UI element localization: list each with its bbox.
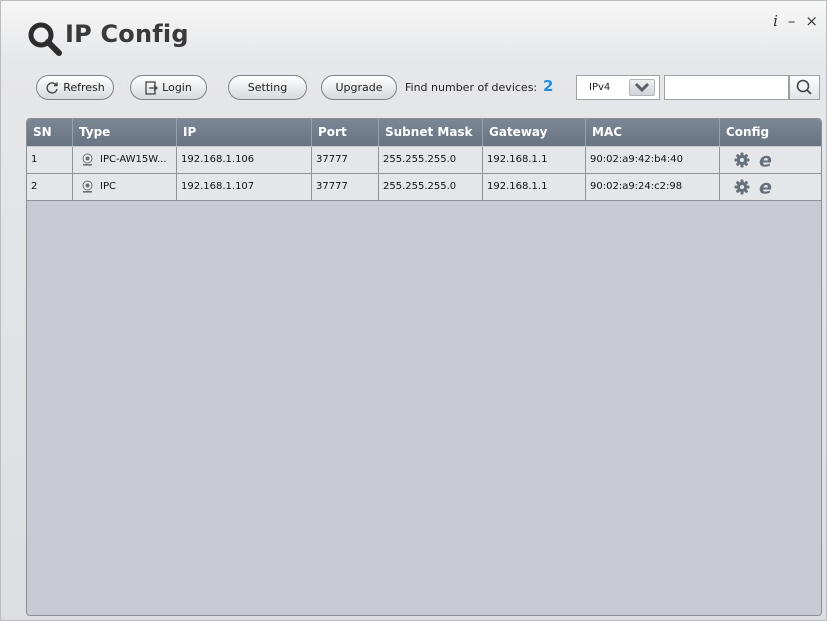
refresh-button[interactable]: Refresh — [36, 75, 114, 100]
device-type: IPC-AW15W... — [100, 154, 167, 165]
column-header-port[interactable]: Port — [312, 119, 379, 146]
title-bar: IP Config i – × — [1, 1, 826, 63]
device-type: IPC — [100, 181, 116, 192]
device-count-label: Find number of devices: — [405, 81, 538, 94]
cell-sn: 1 — [27, 147, 73, 173]
cell-config: e — [720, 174, 821, 200]
gear-icon[interactable] — [734, 152, 750, 168]
login-label: Login — [162, 81, 192, 94]
column-header-subnet-mask[interactable]: Subnet Mask — [379, 119, 483, 146]
ip-version-dropdown-button[interactable] — [629, 79, 655, 96]
column-header-sn[interactable]: SN — [27, 119, 73, 146]
cell-type: IPC-AW15W... — [73, 147, 177, 173]
column-header-gateway[interactable]: Gateway — [483, 119, 586, 146]
chevron-down-icon — [634, 82, 650, 93]
toolbar: Refresh Login Setting Upgrade Find numbe… — [1, 73, 826, 107]
search-button[interactable] — [789, 75, 820, 100]
cell-subnet-mask: 255.255.255.0 — [379, 147, 483, 173]
cell-mac: 90:02:a9:42:b4:40 — [586, 147, 720, 173]
ip-version-select[interactable]: IPv4 — [576, 75, 660, 100]
cell-mac: 90:02:a9:24:c2:98 — [586, 174, 720, 200]
ip-version-value: IPv4 — [589, 82, 611, 93]
refresh-label: Refresh — [63, 81, 105, 94]
setting-label: Setting — [247, 81, 288, 94]
column-header-type[interactable]: Type — [73, 119, 177, 146]
column-header-config[interactable]: Config — [720, 119, 821, 146]
table-row[interactable]: 1 IPC-AW15W... 192.168.1.106 37777 255.2… — [27, 147, 821, 174]
login-button[interactable]: Login — [130, 75, 207, 100]
cell-subnet-mask: 255.255.255.0 — [379, 174, 483, 200]
table-header: SN Type IP Port Subnet Mask Gateway MAC … — [27, 119, 821, 146]
cell-gateway: 192.168.1.1 — [483, 174, 586, 200]
cell-ip: 192.168.1.107 — [177, 174, 312, 200]
cell-type: IPC — [73, 174, 177, 200]
column-header-ip[interactable]: IP — [177, 119, 312, 146]
table-row[interactable]: 2 IPC 192.168.1.107 37777 255.255.255.0 … — [27, 174, 821, 201]
magnifier-logo-icon — [28, 22, 62, 56]
device-count: 2 — [543, 77, 554, 95]
app-title: IP Config — [65, 20, 189, 48]
column-header-mac[interactable]: MAC — [586, 119, 720, 146]
window-controls: i – × — [773, 13, 818, 29]
cell-port: 37777 — [312, 174, 379, 200]
upgrade-button[interactable]: Upgrade — [321, 75, 397, 100]
ip-config-window: IP Config i – × Refresh Login Setting Up… — [0, 0, 827, 621]
search-input[interactable] — [664, 75, 789, 100]
upgrade-label: Upgrade — [335, 81, 383, 94]
device-table: SN Type IP Port Subnet Mask Gateway MAC … — [26, 118, 822, 616]
info-button[interactable]: i — [773, 13, 778, 29]
close-button[interactable]: × — [805, 13, 818, 29]
setting-button[interactable]: Setting — [228, 75, 307, 100]
search-icon — [796, 79, 812, 95]
camera-icon — [82, 153, 93, 166]
cell-ip: 192.168.1.106 — [177, 147, 312, 173]
refresh-icon — [46, 81, 58, 94]
svg-text:e: e — [759, 178, 772, 196]
login-icon — [145, 80, 159, 95]
svg-text:e: e — [759, 151, 772, 169]
cell-gateway: 192.168.1.1 — [483, 147, 586, 173]
gear-icon[interactable] — [734, 179, 750, 195]
cell-port: 37777 — [312, 147, 379, 173]
minimize-button[interactable]: – — [788, 13, 796, 29]
browser-e-icon[interactable]: e — [758, 151, 776, 169]
browser-e-icon[interactable]: e — [758, 178, 776, 196]
camera-icon — [82, 180, 93, 193]
cell-config: e — [720, 147, 821, 173]
cell-sn: 2 — [27, 174, 73, 200]
